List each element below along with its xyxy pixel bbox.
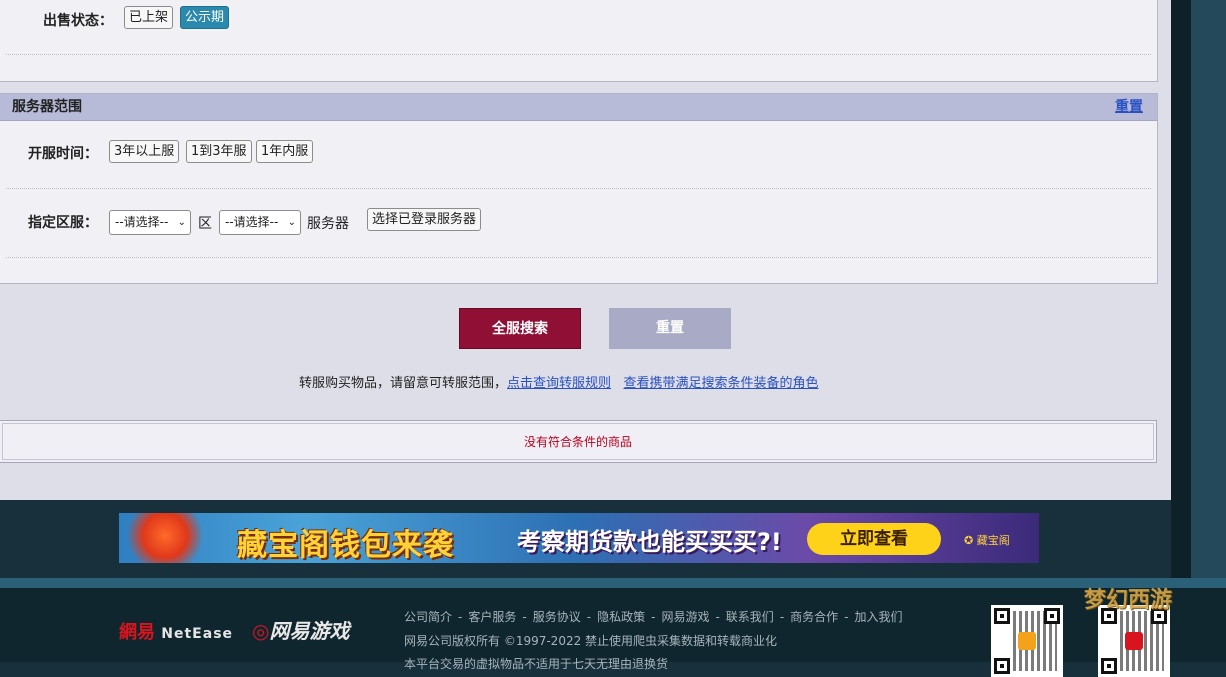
copyright: 网易公司版权所有 ©1997-2022 禁止使用爬虫采集数据和转载商业化: [404, 634, 778, 648]
footer-band: [0, 578, 1226, 588]
open-time-label: 开服时间：: [28, 146, 98, 162]
side-background: [1191, 0, 1226, 580]
footer-link-contact[interactable]: 联系我们: [726, 610, 774, 624]
divider: [6, 54, 1151, 55]
character-illustration: [127, 513, 222, 563]
promo-banner[interactable]: 藏宝阁钱包来袭 考察期货款也能买买买?! 立即查看 ✪ 藏宝阁: [119, 513, 1039, 563]
open-time-option-1y[interactable]: 1年内服: [256, 140, 314, 163]
transfer-notice: 转服购买物品，请留意可转服范围，点击查询转服规则 查看携带满足搜索条件装备的角色: [299, 372, 818, 391]
banner-headline: 藏宝阁钱包来袭: [237, 528, 454, 563]
view-roles-link[interactable]: 查看携带满足搜索条件装备的角色: [623, 376, 818, 391]
server-select[interactable]: --请选择-- ⌄: [219, 210, 301, 235]
footer-link-about[interactable]: 公司简介: [404, 610, 452, 624]
results-box: 没有符合条件的商品: [0, 420, 1157, 463]
qr-code-icon: [991, 605, 1063, 677]
sale-status-label: 出售状态：: [43, 13, 113, 29]
server-range-header: 服务器范围 重置: [0, 94, 1157, 121]
netease-logo-en: NetEase: [161, 626, 234, 642]
chevron-down-icon: ⌄: [177, 217, 186, 228]
netease-games-mark-icon: ◎: [252, 619, 270, 643]
footer-link-privacy[interactable]: 隐私政策: [597, 610, 645, 624]
transfer-rules-link[interactable]: 点击查询转服规则: [507, 376, 611, 391]
transfer-notice-text: 转服购买物品，请留意可转服范围，: [299, 376, 508, 391]
netease-games-logo[interactable]: ◎网易游戏: [252, 615, 349, 644]
zone-select-value: --请选择--: [115, 215, 169, 229]
banner-cta-button[interactable]: 立即查看: [807, 523, 941, 555]
game-logo: 梦幻西游: [1084, 588, 1173, 613]
status-option-public[interactable]: 公示期: [180, 6, 230, 29]
netease-logo[interactable]: 網易 NetEase: [119, 618, 233, 644]
divider: [6, 257, 1151, 258]
reset-button[interactable]: 重置: [609, 308, 731, 349]
banner-brand-text: 藏宝阁: [976, 534, 1010, 547]
netease-logo-cn: 網易: [119, 622, 155, 643]
empty-results-message: 没有符合条件的商品: [2, 423, 1154, 460]
search-panel: 出售状态： 已上架 公示期 服务器范围 重置 开服时间： 3年以上服 1到3年服…: [0, 0, 1171, 500]
open-time-option-1-3y[interactable]: 1到3年服: [186, 140, 252, 163]
footer-link-business[interactable]: 商务合作: [790, 610, 838, 624]
footer-links: 公司简介 - 客户服务 - 服务协议 - 隐私政策 - 网易游戏 - 联系我们 - 商务合作 - 加入我们: [404, 610, 903, 624]
server-range-title: 服务器范围: [12, 99, 82, 115]
qr-code-icon: [1098, 605, 1170, 677]
netease-games-logo-text: 网易游戏: [269, 619, 350, 643]
zone-select[interactable]: --请选择-- ⌄: [109, 210, 191, 235]
server-select-value: --请选择--: [225, 215, 279, 229]
choose-logged-server-button[interactable]: 选择已登录服务器: [367, 208, 482, 231]
banner-brand-logo: ✪ 藏宝阁: [964, 534, 1010, 547]
status-option-listed[interactable]: 已上架: [124, 6, 174, 29]
server-range-reset-link[interactable]: 重置: [1115, 94, 1143, 120]
footer-link-join[interactable]: 加入我们: [855, 610, 903, 624]
search-all-button[interactable]: 全服搜索: [459, 308, 581, 349]
server-range-section: 服务器范围 重置 开服时间： 3年以上服 1到3年服 1年内服 指定区服： --…: [0, 93, 1158, 284]
footer-link-agreement[interactable]: 服务协议: [533, 610, 581, 624]
open-time-option-3y-plus[interactable]: 3年以上服: [109, 140, 180, 163]
server-unit: 服务器: [307, 216, 349, 232]
zone-unit: 区: [198, 216, 212, 232]
banner-subline: 考察期货款也能买买买?!: [517, 528, 782, 556]
zone-label: 指定区服：: [28, 215, 98, 231]
side-shadow: [1171, 0, 1191, 580]
copyright-line2: 本平台交易的虚拟物品不适用于七天无理由退换货: [404, 657, 669, 671]
sale-status-section: 出售状态： 已上架 公示期: [0, 0, 1158, 82]
footer-link-service[interactable]: 客户服务: [468, 610, 516, 624]
divider: [6, 188, 1151, 189]
chevron-down-icon: ⌄: [287, 217, 296, 228]
footer-link-games[interactable]: 网易游戏: [661, 610, 709, 624]
